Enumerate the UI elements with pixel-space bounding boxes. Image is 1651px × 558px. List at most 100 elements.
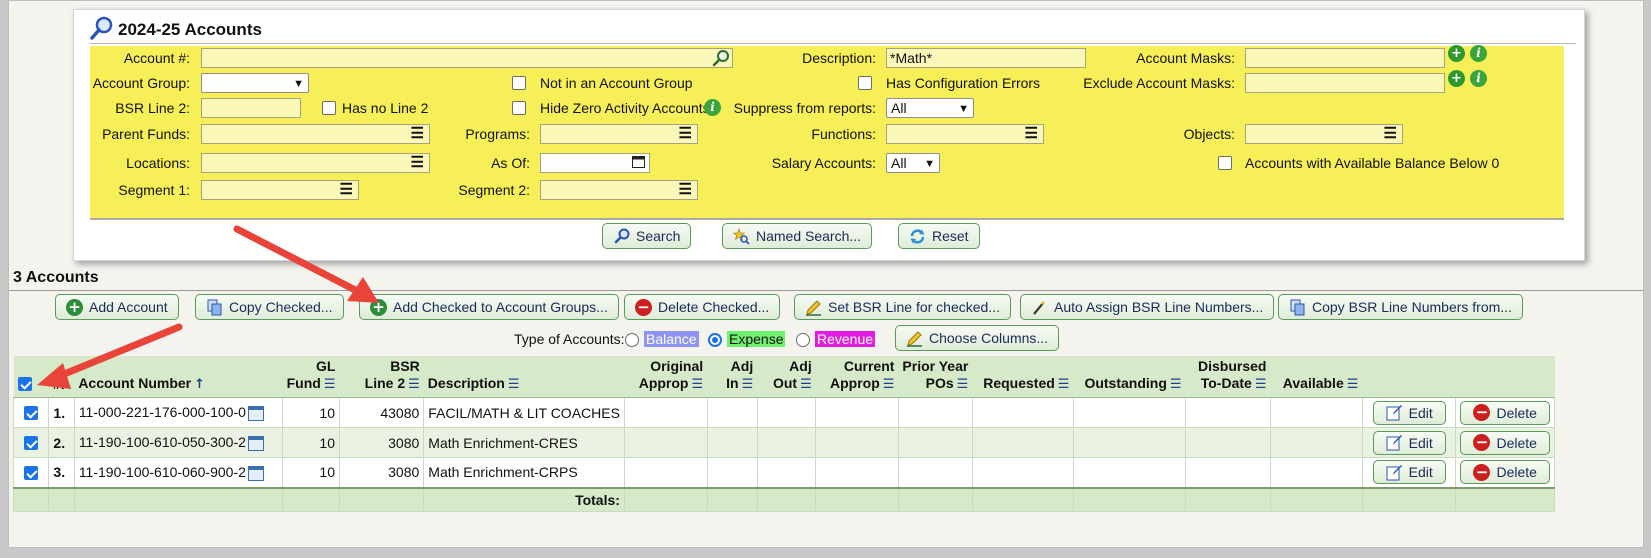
account-number: 11-190-100-610-060-900-2 <box>78 463 246 480</box>
col-available[interactable]: Available ☰ <box>1270 356 1363 398</box>
delete-button[interactable]: − Delete <box>1460 430 1550 455</box>
current-approp-cell <box>815 457 899 488</box>
description-cell: Math Enrichment-CRES <box>423 427 625 458</box>
calendar-icon[interactable] <box>632 155 645 171</box>
suppress-select[interactable]: All ▼ <box>886 98 974 118</box>
col-original-approp[interactable]: Original Approp ☰ <box>624 356 708 398</box>
adj-in-cell <box>706 427 758 458</box>
delete-icon: − <box>1473 404 1491 421</box>
radio-expense[interactable] <box>708 333 722 347</box>
bsr-line2-input[interactable] <box>201 98 301 118</box>
delete-button[interactable]: − Delete <box>1460 460 1550 485</box>
row-checkbox[interactable] <box>24 436 39 450</box>
as-of-input[interactable] <box>540 153 650 173</box>
reset-button[interactable]: Reset <box>898 223 980 249</box>
functions-input[interactable]: ☰ <box>886 124 1044 144</box>
revenue-label: Revenue <box>815 331 876 347</box>
column-menu-icon: ☰ <box>691 377 704 392</box>
account-number-input[interactable] <box>201 48 733 68</box>
search-panel: 2024-25 Accounts Account #: Description:… <box>73 9 1585 261</box>
col-bsr-line2[interactable]: BSR Line 2 ☰ <box>339 356 424 398</box>
list-icon[interactable]: ☰ <box>679 182 692 198</box>
auto-assign-bsr-button[interactable]: Auto Assign BSR Line Numbers... <box>1020 294 1275 320</box>
programs-label: Programs: <box>465 126 530 142</box>
edit-cell: Edit <box>1361 427 1457 458</box>
col-prior-year-pos[interactable]: Prior Year POs ☰ <box>898 356 973 398</box>
outstanding-cell <box>1072 457 1187 488</box>
gl-fund-cell: 10 <box>282 457 340 488</box>
info-icon[interactable]: i <box>1470 70 1487 87</box>
list-icon[interactable]: ☰ <box>679 126 692 142</box>
below-zero-checkbox[interactable] <box>1218 156 1232 170</box>
col-outstanding[interactable]: Outstanding ☰ <box>1073 356 1186 398</box>
choose-columns-button[interactable]: Choose Columns... <box>895 325 1060 351</box>
list-icon[interactable]: ☰ <box>411 155 424 171</box>
edit-button[interactable]: Edit <box>1372 430 1446 455</box>
col-disbursed[interactable]: Disbursed To-Date ☰ <box>1185 356 1271 398</box>
calendar-icon[interactable] <box>247 405 264 421</box>
list-icon[interactable]: ☰ <box>411 126 424 142</box>
row-checkbox[interactable] <box>24 406 39 420</box>
not-in-group-checkbox[interactable] <box>512 76 526 90</box>
add-checked-to-groups-button[interactable]: + Add Checked to Account Groups... <box>359 294 619 320</box>
add-exclude-mask-icon[interactable]: + <box>1448 70 1465 87</box>
list-icon[interactable]: ☰ <box>1384 126 1397 142</box>
objects-input[interactable]: ☰ <box>1245 124 1403 144</box>
available-cell <box>1269 427 1363 458</box>
programs-input[interactable]: ☰ <box>540 124 698 144</box>
radio-revenue[interactable] <box>796 333 810 347</box>
table-row: 3. 11-190-100-610-060-900-2 10 3080 Math Enr… <box>12 457 1555 488</box>
original-approp-cell <box>623 427 708 458</box>
hide-zero-checkbox[interactable] <box>512 101 526 115</box>
radio-balance[interactable] <box>625 333 639 347</box>
edit-button[interactable]: Edit <box>1372 400 1446 425</box>
search-button[interactable]: Search <box>602 223 692 249</box>
col-adj-in[interactable]: Adj In ☰ <box>707 356 758 398</box>
account-group-select[interactable]: ▼ <box>201 73 309 93</box>
sort-ascending-icon[interactable]: ↑ <box>194 377 205 392</box>
calendar-icon[interactable] <box>247 435 264 451</box>
col-requested[interactable]: Requested ☰ <box>972 356 1074 398</box>
column-menu-icon: ☰ <box>323 377 336 392</box>
lookup-icon[interactable] <box>712 49 730 70</box>
outstanding-cell <box>1072 427 1187 458</box>
locations-input[interactable]: ☰ <box>201 153 430 173</box>
row-checkbox[interactable] <box>24 465 39 480</box>
salary-select[interactable]: All ▼ <box>886 153 940 173</box>
col-gl-fund[interactable]: GL Fund ☰ <box>282 356 340 398</box>
info-icon[interactable]: i <box>704 99 721 116</box>
column-menu-icon: ☰ <box>1057 377 1070 392</box>
below-zero-label: Accounts with Available Balance Below 0 <box>1245 155 1500 171</box>
col-current-approp[interactable]: Current Approp ☰ <box>815 356 899 398</box>
list-icon[interactable]: ☰ <box>340 182 353 198</box>
has-no-line2-checkbox[interactable] <box>322 101 336 115</box>
config-errors-checkbox[interactable] <box>858 76 872 90</box>
add-account-button[interactable]: + Add Account <box>55 294 179 320</box>
list-icon[interactable]: ☰ <box>1025 126 1038 142</box>
calendar-icon[interactable] <box>247 465 264 481</box>
segment2-input[interactable]: ☰ <box>540 180 698 200</box>
description-input[interactable]: *Math* <box>886 48 1086 68</box>
delete-checked-button[interactable]: − Delete Checked... <box>624 294 781 320</box>
description-label: Description: <box>802 50 876 66</box>
col-delete <box>1455 356 1555 398</box>
copy-bsr-numbers-button[interactable]: Copy BSR Line Numbers from... <box>1278 294 1523 320</box>
select-all-checkbox[interactable] <box>17 377 32 391</box>
col-account-number[interactable]: Account Number ↑ <box>74 356 283 398</box>
chevron-down-icon: ▼ <box>924 158 935 170</box>
adj-in-cell <box>706 397 758 428</box>
exclude-masks-input[interactable] <box>1245 73 1445 93</box>
edit-button[interactable]: Edit <box>1372 460 1446 485</box>
segment1-input[interactable]: ☰ <box>201 180 359 200</box>
delete-button[interactable]: − Delete <box>1460 400 1550 425</box>
set-bsr-line-button[interactable]: Set BSR Line for checked... <box>794 294 1011 320</box>
info-icon[interactable]: i <box>1470 45 1487 62</box>
adj-in-cell <box>706 457 758 488</box>
account-masks-input[interactable] <box>1245 48 1445 68</box>
named-search-button[interactable]: Named Search... <box>722 223 873 249</box>
add-mask-icon[interactable]: + <box>1448 45 1465 62</box>
col-adj-out[interactable]: Adj Out ☰ <box>757 356 816 398</box>
col-description[interactable]: Description ☰ <box>423 356 625 398</box>
parent-funds-input[interactable]: ☰ <box>201 124 430 144</box>
copy-checked-button[interactable]: Copy Checked... <box>195 294 344 320</box>
